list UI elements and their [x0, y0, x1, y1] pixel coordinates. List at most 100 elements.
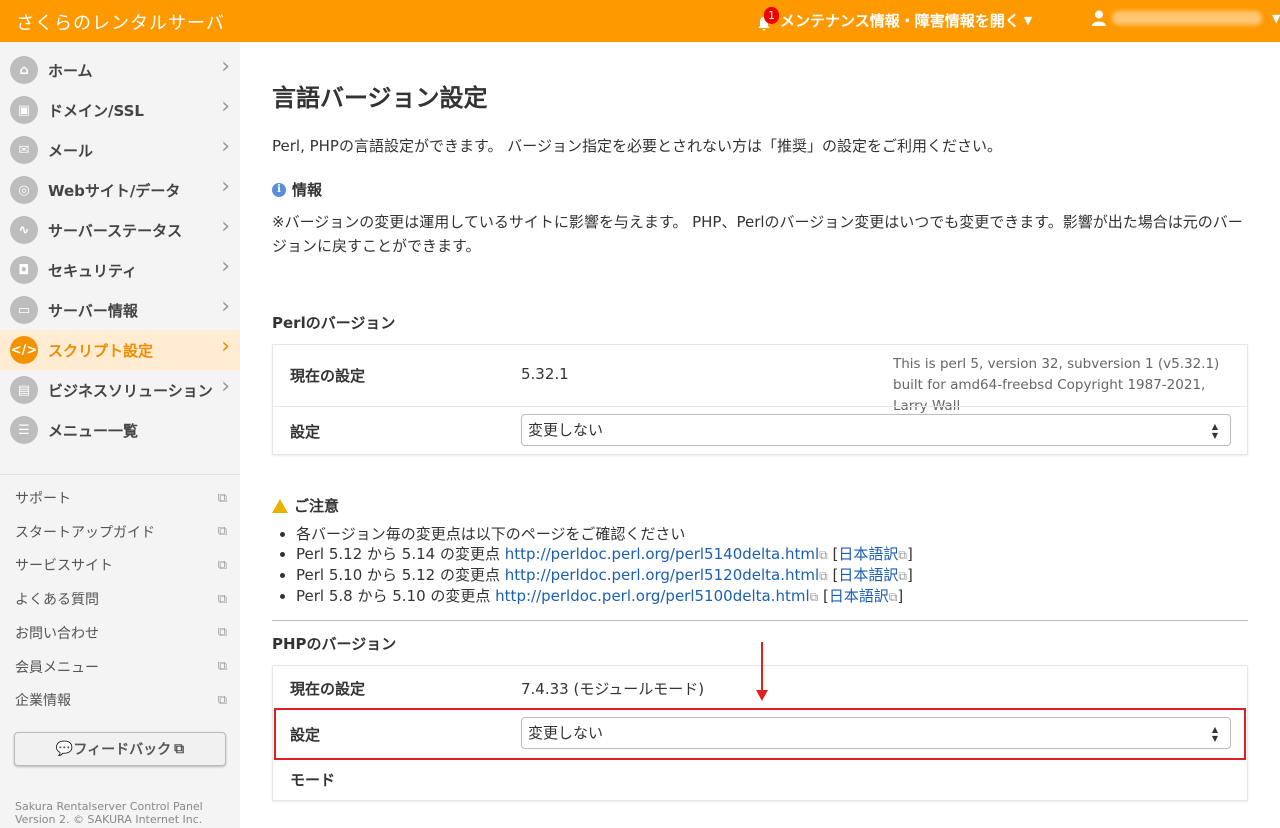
sidebar-item-label: ドメイン/SSL	[48, 101, 144, 120]
info-icon: i	[272, 182, 286, 197]
sidebar-item-label: ビジネスソリューション	[48, 381, 213, 400]
external-link-icon: ⧉	[217, 625, 227, 641]
annotation-arrow-shaft	[761, 642, 763, 692]
sidebar-item[interactable]: ∿ サーバーステータス ›	[0, 210, 240, 250]
sidebar-item[interactable]: ☰ メニュー一覧	[0, 410, 240, 450]
perldoc-link[interactable]: http://perldoc.perl.org/perl5100delta.ht…	[495, 587, 809, 605]
notice-label: メンテナンス情報・障害情報を開く	[780, 12, 1020, 30]
sidebar-item[interactable]: ▤ ビジネスソリューション ›	[0, 370, 240, 410]
sidebar-item-label: サーバーステータス	[48, 221, 183, 240]
user-menu[interactable]: ▼	[1092, 10, 1280, 26]
perl-current-value: 5.32.1	[521, 365, 569, 383]
external-link-icon: ⧉	[819, 569, 828, 583]
mail-icon: ✉	[10, 136, 38, 164]
user-name-redacted	[1112, 11, 1262, 25]
info-text: ※バージョンの変更は運用しているサイトに影響を与えます。 PHP、Perlのバー…	[272, 213, 1243, 255]
copyright-line: Version 2. © SAKURA Internet Inc.	[15, 813, 203, 826]
sidebar-item-label: メール	[48, 141, 94, 160]
script-icon: </>	[10, 336, 38, 364]
chevron-right-icon: ›	[221, 334, 230, 359]
sidebar-link-label: 会員メニュー	[15, 659, 99, 676]
sidebar-link[interactable]: スタートアップガイド ⧉	[15, 520, 227, 544]
php-current-value: 7.4.33 (モジュールモード)	[521, 680, 705, 698]
padlock-icon: ◘	[10, 256, 38, 284]
sidebar-link[interactable]: サービスサイト ⧉	[15, 553, 227, 577]
lead-text: Perl, PHPの言語設定ができます。 バージョン指定を必要とされない方は「推…	[272, 137, 1002, 155]
divider	[0, 474, 240, 475]
bell-icon: 1	[756, 6, 779, 30]
japanese-translation-link[interactable]: 日本語訳	[829, 587, 889, 605]
external-link-icon: ⧉	[217, 524, 227, 540]
sidebar-item[interactable]: ⌂ ホーム ›	[0, 50, 240, 90]
sidebar-item-label: スクリプト設定	[48, 341, 154, 360]
sidebar-item[interactable]: ▭ サーバー情報 ›	[0, 290, 240, 330]
external-link-icon: ⧉	[888, 590, 898, 604]
sidebar-link[interactable]: よくある質問 ⧉	[15, 587, 227, 611]
maintenance-notice-toggle[interactable]: 1 メンテナンス情報・障害情報を開く ▼	[756, 6, 1033, 31]
external-link-icon: ⧉	[217, 692, 227, 708]
caution-title: ご注意	[294, 497, 340, 515]
chevron-down-icon: ▼	[1023, 14, 1033, 27]
chevron-right-icon: ›	[221, 134, 230, 159]
sidebar-item-label: セキュリティ	[48, 261, 138, 280]
feedback-button[interactable]: 💬 フィードバック ⧉	[14, 732, 226, 766]
briefcase-icon: ▤	[10, 376, 38, 404]
perl-version-select[interactable]: 変更しない ▲ ▼	[521, 414, 1231, 446]
list-icon: ☰	[10, 416, 38, 444]
chevron-right-icon: ›	[221, 254, 230, 279]
perldoc-link[interactable]: http://perldoc.perl.org/perl5140delta.ht…	[505, 545, 819, 563]
external-link-icon: ⧉	[819, 548, 828, 562]
sidebar-item[interactable]: ✉ メール ›	[0, 130, 240, 170]
sidebar-item[interactable]: ◘ セキュリティ ›	[0, 250, 240, 290]
brand-logo[interactable]: さくらのレンタルサーバ	[16, 9, 225, 35]
sidebar-link-label: サービスサイト	[15, 558, 113, 575]
sidebar-link-label: スタートアップガイド	[15, 524, 155, 541]
japanese-translation-link[interactable]: 日本語訳	[838, 566, 898, 584]
chat-icon: 💬	[55, 741, 74, 757]
perldoc-link[interactable]: http://perldoc.perl.org/perl5120delta.ht…	[505, 566, 819, 584]
perl-select-value: 変更しない	[528, 421, 604, 439]
sidebar-item[interactable]: ▣ ドメイン/SSL ›	[0, 90, 240, 130]
warning-icon	[272, 498, 288, 513]
sidebar-item-label: ホーム	[48, 61, 93, 80]
external-link-icon: ⧉	[217, 490, 227, 506]
external-link-icon: ⧉	[217, 591, 227, 607]
sidebar-link-label: お問い合わせ	[15, 625, 99, 642]
user-icon	[1092, 10, 1106, 26]
sidebar-item[interactable]: ◎ Webサイト/データ ›	[0, 170, 240, 210]
sidebar-link[interactable]: サポート ⧉	[15, 486, 227, 510]
sidebar-link[interactable]: 企業情報 ⧉	[15, 688, 227, 712]
info-title: 情報	[292, 181, 323, 199]
page-title: 言語バージョン設定	[272, 84, 488, 112]
external-link-icon: ⧉	[809, 590, 819, 604]
perl-section-title: Perlのバージョン	[272, 314, 396, 332]
chart-icon: ∿	[10, 216, 38, 244]
chevron-right-icon: ›	[221, 214, 230, 239]
highlight-box	[274, 708, 1246, 760]
feedback-label: フィードバック	[73, 742, 172, 758]
copyright-line: Sakura Rentalserver Control Panel	[15, 800, 203, 813]
annotation-arrow-head	[756, 690, 768, 701]
sidebar-link[interactable]: お問い合わせ ⧉	[15, 621, 227, 645]
sidebar: ⌂ ホーム › ▣ ドメイン/SSL › ✉ メール › ◎ Webサイト/データ › ∿ サーバーステー…	[0, 42, 240, 828]
caution-list: 各バージョン毎の変更点は以下のページをご確認ください Perl 5.12 から …	[296, 524, 913, 607]
list-item: Perl 5.10 から 5.12 の変更点 http://perldoc.pe…	[296, 565, 913, 586]
change-range-text: Perl 5.12 から 5.14 の変更点	[296, 545, 505, 563]
chevron-down-icon: ▼	[1272, 11, 1280, 25]
sidebar-item[interactable]: </> スクリプト設定 ›	[0, 330, 240, 370]
list-item: 各バージョン毎の変更点は以下のページをご確認ください	[296, 524, 913, 544]
sidebar-link-label: よくある質問	[15, 592, 99, 609]
copyright: Sakura Rentalserver Control Panel Version…	[15, 800, 203, 826]
chevron-right-icon: ›	[221, 374, 230, 399]
sidebar-link[interactable]: 会員メニュー ⧉	[15, 655, 227, 679]
perl-setting-label: 設定	[290, 423, 321, 441]
change-range-text: Perl 5.8 から 5.10 の変更点	[296, 587, 496, 605]
home-icon: ⌂	[10, 56, 38, 84]
server-icon: ▭	[10, 296, 38, 324]
sidebar-link-label: 企業情報	[15, 693, 71, 710]
php-current-label: 現在の設定	[290, 680, 366, 698]
perl-current-label: 現在の設定	[290, 367, 366, 385]
php-mode-label: モード	[290, 771, 336, 789]
section-divider	[272, 620, 1248, 621]
japanese-translation-link[interactable]: 日本語訳	[838, 545, 898, 563]
